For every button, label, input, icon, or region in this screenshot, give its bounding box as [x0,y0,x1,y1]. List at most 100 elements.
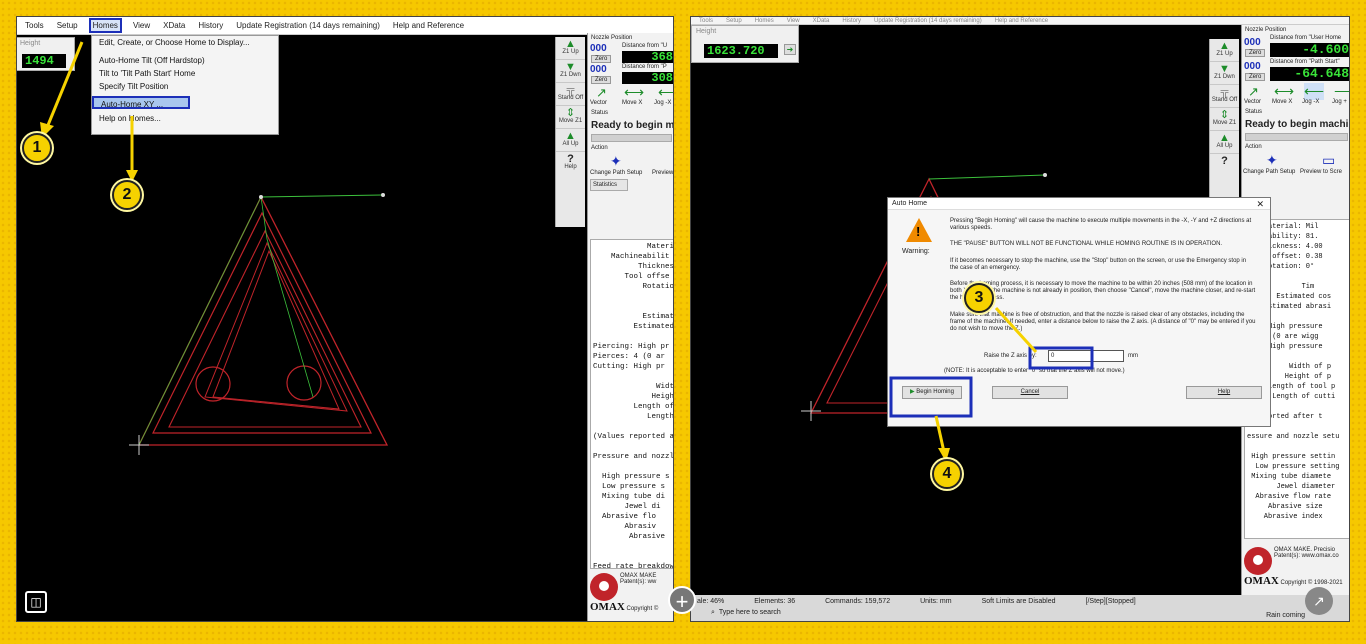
search-icon: ⌕ [711,609,715,616]
menu-tools[interactable]: Tools [23,20,46,31]
action-row: ✦ Change Path Setup Preview [588,153,673,179]
omax-logo-block: OMAX MAKE. Precisio Patent(s): www.omax.c… [1244,547,1343,587]
menu-bar: Tools Setup Homes View XData History Upd… [691,17,1349,25]
menu-item-tilt-path-start[interactable]: Tilt to 'Tilt Path Start' Home [92,67,278,80]
menu-help-reference[interactable]: Help and Reference [391,20,466,31]
butterfly-icon[interactable]: ✦ [610,153,622,170]
omax-wordmark: OMAX [1244,575,1279,587]
move-z1-button[interactable]: ⇕ Move Z1 [1210,108,1239,131]
preview-button[interactable]: Preview [652,170,673,176]
updown-arrow-icon: ⇕ [1219,109,1230,121]
all-up-button[interactable]: ▲ All Up [1210,131,1239,154]
menu-update-registration[interactable]: Update Registration (14 days remaining) [234,20,382,31]
menu-setup[interactable]: Setup [724,17,744,25]
status-elements: Elements: 36 [754,598,796,605]
dialog-paragraph-2: THE "PAUSE" BUTTON WILL NOT BE FUNCTIONA… [950,241,1223,247]
z-tool-column: ▲ Z1 Up ▼ Z1 Dwn ╦ Stand Off ⇕ Move Z1 ▲ All … [555,37,585,227]
preview-button[interactable]: Preview to Scre [1300,169,1342,175]
stand-off-button[interactable]: ╦ Stand Off [1210,85,1239,108]
patent-text: Patent(s): ww [620,579,657,585]
help-button[interactable]: Help [1186,386,1262,399]
raise-z-input[interactable]: 0 [1048,350,1124,362]
raise-z-label: Raise the Z axis by: [984,353,1037,359]
distance-path-label: Distance from "Path Start" [1270,59,1340,65]
menu-item-specify-tilt[interactable]: Specify Tilt Position [92,80,278,93]
share-icon[interactable]: ↗ [1305,587,1333,615]
z1-up-button[interactable]: ▲ Z1 Up [556,37,585,60]
menu-history[interactable]: History [196,20,225,31]
menu-xdata[interactable]: XData [161,20,187,31]
dialog-paragraph-4: Before the homing process, it is necessa… [950,281,1256,301]
jog-left-icon[interactable]: ⟵ [1304,83,1325,100]
menu-view[interactable]: View [785,17,802,25]
all-up-button[interactable]: ▲ All Up [556,129,585,152]
help-button[interactable]: ? [1210,154,1239,177]
jog-right-icon[interactable]: ⟶ [1334,83,1349,100]
zero-button-y[interactable]: Zero [1245,73,1266,81]
change-path-setup-button[interactable]: Change Path Setup [1243,169,1295,175]
move-z1-label: Move Z1 [1212,120,1237,126]
menu-help-reference[interactable]: Help and Reference [993,17,1050,25]
counter-icon[interactable]: 000 [1244,37,1261,48]
all-up-label: All Up [1216,143,1233,149]
stand-off-button[interactable]: ╦ Stand Off [556,83,585,106]
move-z1-button[interactable]: ⇕ Move Z1 [556,106,585,129]
menu-item-edit-home[interactable]: Edit, Create, or Choose Home to Display.… [92,36,278,49]
begin-homing-button[interactable]: ▶ Begin Homing [902,386,962,399]
menu-tools[interactable]: Tools [697,17,715,25]
menu-history[interactable]: History [840,17,863,25]
vector-arrow-icon[interactable]: ↗ [1248,84,1259,100]
counter-icon[interactable]: 000 [590,64,607,75]
menu-update-registration[interactable]: Update Registration (14 days remaining) [872,17,984,25]
x-position-row: 000 Distance from "U 368 Zero [588,43,673,63]
height-go-icon[interactable]: ➜ [784,44,796,55]
close-icon[interactable]: ✕ [1256,199,1264,210]
monitor-icon[interactable]: ▭ [1322,152,1335,169]
menu-setup[interactable]: Setup [55,20,80,31]
butterfly-icon[interactable]: ✦ [1266,152,1278,169]
layout-toggle-icon[interactable]: ◫ [25,591,47,613]
arrow-up-icon: ▲ [1219,40,1230,52]
status-and-taskbar: ale: 46% Elements: 36 Commands: 159,572 … [691,595,1349,621]
menu-view[interactable]: View [131,20,152,31]
dialog-paragraph-1: Pressing "Begin Homing" will cause the m… [950,218,1252,231]
menu-xdata[interactable]: XData [811,17,832,25]
right-info-panel: Nozzle Position 000 Distance from "U 368… [587,33,673,621]
vector-arrow-icon[interactable]: ↗ [596,85,607,101]
help-button[interactable]: ? Help [556,152,585,175]
move-x-icon[interactable]: ⟷ [1274,83,1294,100]
action-row: ✦ ▭ Change Path Setup Preview to Scre [1242,152,1349,178]
cancel-button[interactable]: Cancel [992,386,1068,399]
copyright-text: Copyright © 1998-2021 [1280,580,1343,586]
distance-user-label: Distance from "User Home [1270,35,1342,41]
statistics-text: Materia Machineabilit Thicknes Tool offs… [590,239,673,569]
nozzle-position-title: Nozzle Position [1245,27,1287,33]
jog-row: ↗ ⟷ ⟵ Vector Move X Jog -X [588,84,673,108]
zero-button-y[interactable]: Zero [591,76,612,84]
menu-item-auto-home-xy[interactable]: Auto-Home XY ... [92,96,190,109]
omax-logo-block: OMAX MAKE Patent(s): ww OMAX Copyright © [590,573,658,613]
windows-search[interactable]: ⌕ Type here to search [711,609,781,621]
menu-item-auto-home-tilt[interactable]: Auto-Home Tilt (Off Hardstop) [92,54,278,67]
menu-homes[interactable]: Homes [753,17,776,25]
z1-up-button[interactable]: ▲ Z1 Up [1210,39,1239,62]
dialog-title: Auto Home [888,198,1270,210]
counter-icon[interactable]: 000 [590,43,607,54]
left-screenshot: Tools Setup Homes View XData History Upd… [16,16,674,622]
z1-down-button[interactable]: ▼ Z1 Dwn [556,60,585,83]
menu-item-help-homes[interactable]: Help on Homes... [92,112,278,125]
z1-down-button[interactable]: ▼ Z1 Dwn [1210,62,1239,85]
statistics-tab[interactable]: Statistics [590,179,628,191]
question-icon: ? [1221,155,1228,167]
zero-button-x[interactable]: Zero [1245,49,1266,57]
menu-homes[interactable]: Homes [88,18,122,33]
height-value: 1494 [22,54,66,68]
step-callout-4: 4 [932,459,962,489]
move-x-icon[interactable]: ⟷ [624,84,644,101]
auto-home-dialog: Auto Home ✕ ! Warning: Pressing "Begin H… [887,197,1271,427]
counter-icon[interactable]: 000 [1244,61,1261,72]
height-display: Height 1623.720 ➜ [691,25,799,63]
jog-left-icon[interactable]: ⟵ [658,84,673,101]
change-path-setup-button[interactable]: Change Path Setup [590,170,642,176]
add-icon[interactable]: + [668,586,696,614]
